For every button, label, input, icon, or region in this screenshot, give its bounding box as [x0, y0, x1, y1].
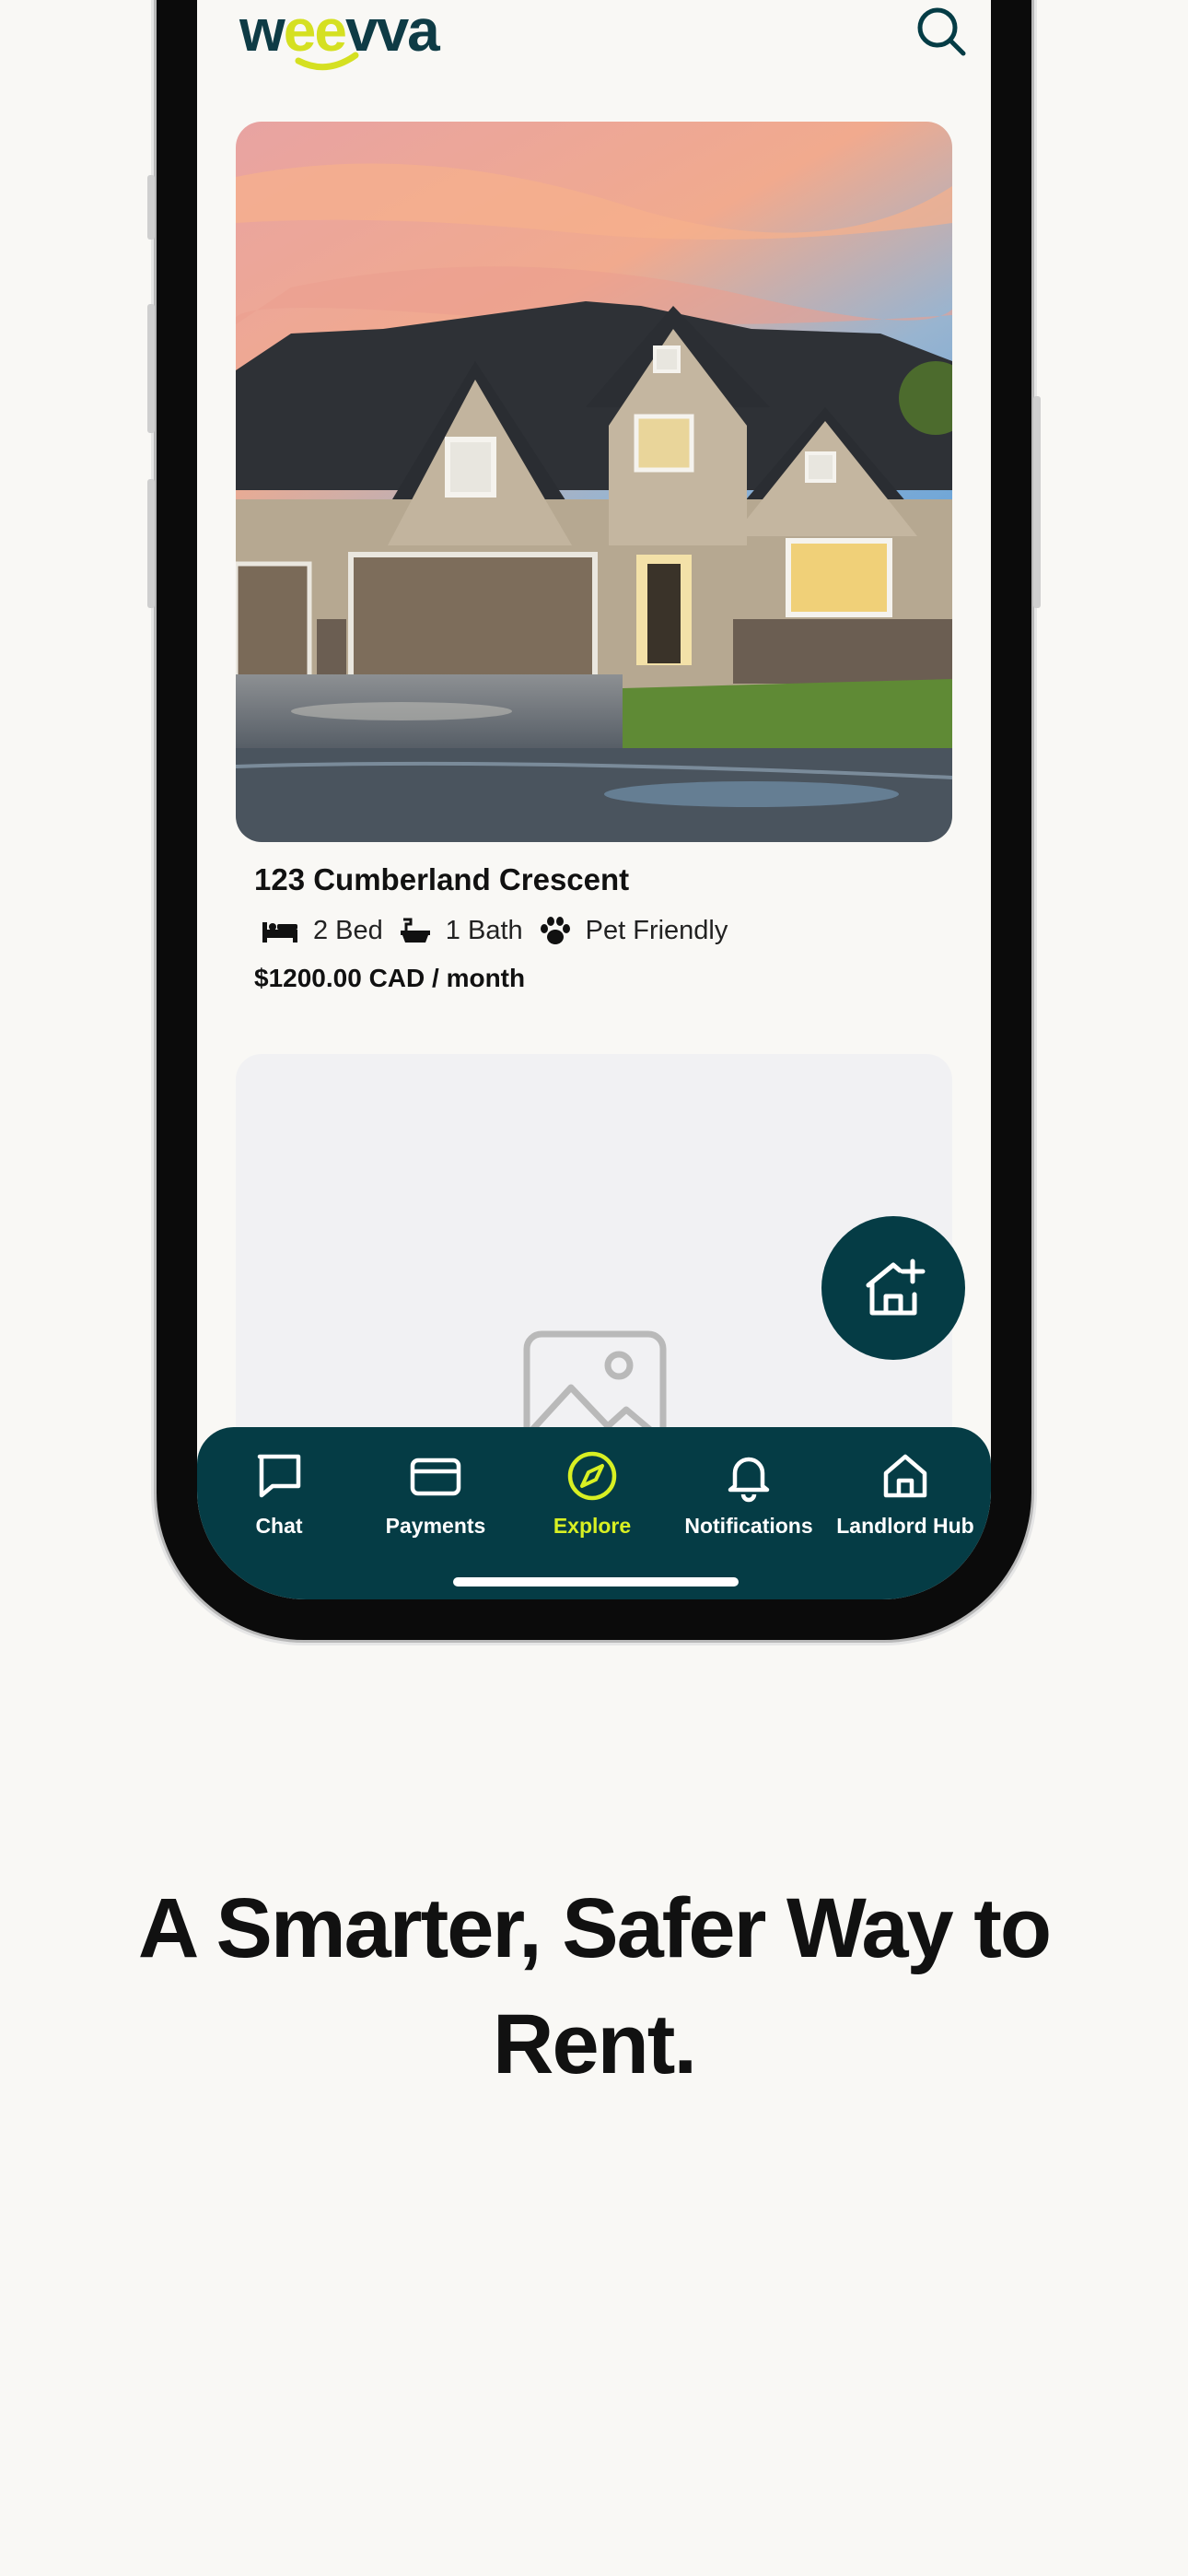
- search-icon[interactable]: [914, 4, 969, 59]
- bed-icon: [262, 921, 297, 943]
- tab-payments[interactable]: Payments: [357, 1449, 514, 1539]
- tab-notifications[interactable]: Notifications: [670, 1449, 827, 1539]
- mute-switch: [147, 175, 155, 240]
- beds-label: 2 Bed: [313, 916, 383, 945]
- marketing-tagline: A Smarter, Safer Way to Rent.: [137, 1881, 1052, 2091]
- chat-icon: [257, 1454, 301, 1498]
- compass-icon: [567, 1451, 617, 1501]
- pets-feature: Pet Friendly: [540, 916, 728, 946]
- bottom-tab-bar: Chat Payments Explore Notifications Land…: [197, 1427, 991, 1599]
- tab-payments-label: Payments: [385, 1514, 486, 1538]
- listing-title[interactable]: 123 Cumberland Crescent: [254, 862, 629, 897]
- add-property-fab[interactable]: [821, 1216, 965, 1360]
- logo-text-suffix: vva: [344, 0, 440, 64]
- bell-icon: [728, 1457, 770, 1503]
- tab-chat[interactable]: Chat: [201, 1449, 357, 1539]
- home-icon: [883, 1454, 927, 1498]
- tab-explore-label: Explore: [553, 1514, 632, 1538]
- pets-label: Pet Friendly: [585, 916, 728, 945]
- baths-label: 1 Bath: [445, 916, 523, 945]
- tab-notifications-label: Notifications: [684, 1514, 813, 1538]
- listing-photo[interactable]: [236, 122, 952, 842]
- tab-landlord-hub-label: Landlord Hub: [836, 1514, 974, 1538]
- listing-features: 2 Bed 1 Bath Pet Friendly: [262, 916, 744, 946]
- card-icon: [410, 1458, 461, 1496]
- home-indicator[interactable]: [453, 1577, 739, 1587]
- logo-text-prefix: w: [239, 0, 285, 64]
- tab-explore[interactable]: Explore: [514, 1449, 670, 1539]
- app-screen: weevva 123 Cumberland Crescent 2 Bed 1 B…: [197, 0, 991, 1599]
- logo-swoosh-icon: [295, 52, 359, 71]
- paw-icon: [540, 916, 570, 944]
- volume-down-button: [147, 479, 155, 608]
- volume-up-button: [147, 304, 155, 433]
- bathtub-icon: [400, 918, 430, 943]
- beds-feature: 2 Bed: [262, 916, 383, 946]
- add-home-icon: [866, 1259, 926, 1316]
- house-photo-image: [236, 122, 952, 842]
- baths-feature: 1 Bath: [400, 916, 523, 946]
- power-button: [1033, 396, 1041, 608]
- listing-price: $1200.00 CAD / month: [254, 964, 526, 992]
- tab-landlord-hub[interactable]: Landlord Hub: [827, 1449, 984, 1539]
- tab-chat-label: Chat: [255, 1514, 303, 1538]
- phone-frame: weevva 123 Cumberland Crescent 2 Bed 1 B…: [147, 0, 1041, 1640]
